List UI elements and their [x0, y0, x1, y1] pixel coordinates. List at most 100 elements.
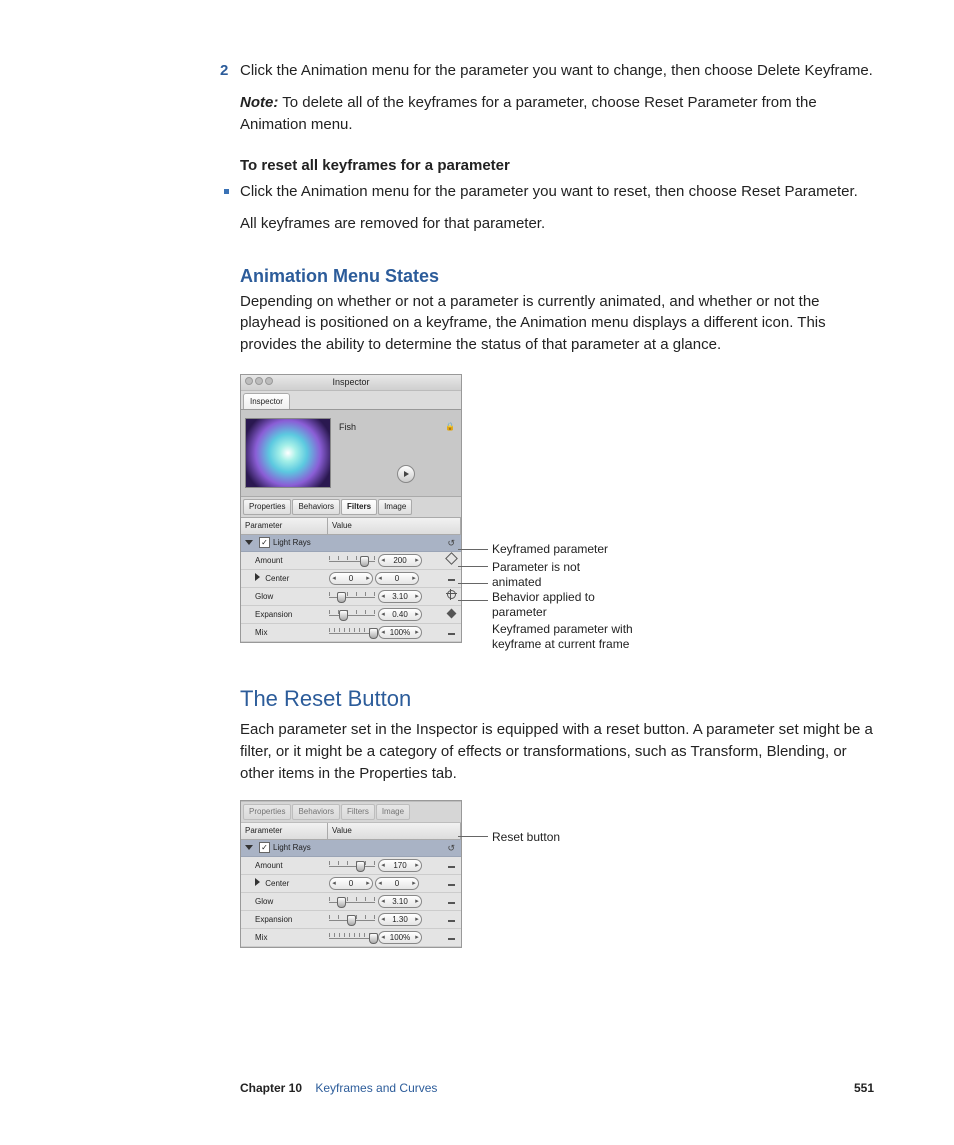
subtab-filters[interactable]: Filters [341, 499, 377, 515]
value-field[interactable]: ◂170▸ [378, 859, 422, 872]
param-name: Expansion [245, 914, 329, 926]
enable-checkbox[interactable]: ✓ [259, 842, 270, 853]
slider[interactable] [329, 916, 375, 924]
window-titlebar: Inspector [241, 375, 461, 391]
note-label: Note: [240, 94, 278, 111]
param-row-mix: Mix ◂100%▸ [241, 929, 461, 947]
animation-menu-icon[interactable] [448, 902, 455, 904]
callout-reset-button: Reset button [492, 829, 560, 846]
page-number: 551 [854, 1080, 874, 1097]
step-text: Click the Animation menu for the paramet… [240, 60, 874, 82]
section-heading-animation-menu-states: Animation Menu States [240, 263, 874, 289]
value-field[interactable]: ◂3.10▸ [378, 895, 422, 908]
param-row-glow: Glow ◂3.10▸ [241, 893, 461, 911]
subtab-behaviors[interactable]: Behaviors [292, 804, 340, 820]
note-paragraph: Note: To delete all of the keyframes for… [240, 92, 874, 136]
value-field[interactable]: ◂100%▸ [378, 626, 422, 639]
tab-inspector[interactable]: Inspector [243, 393, 290, 410]
slider[interactable] [329, 593, 375, 601]
disclosure-triangle-icon[interactable] [255, 878, 260, 886]
header-value: Value [328, 518, 461, 534]
param-row-center: Center ◂0▸ ◂0▸ [241, 875, 461, 893]
disclosure-triangle-icon[interactable] [245, 845, 253, 850]
slider[interactable] [329, 557, 375, 565]
animation-menu-not-animated-icon[interactable] [448, 579, 455, 581]
value-field[interactable]: ◂0▸ [375, 572, 419, 585]
step-number: 2 [220, 60, 228, 82]
animation-menu-icon[interactable] [448, 920, 455, 922]
slider[interactable] [329, 629, 375, 637]
animation-menu-keyframe-current-icon[interactable] [446, 609, 456, 619]
disclosure-triangle-icon[interactable] [245, 540, 253, 545]
subtab-properties[interactable]: Properties [243, 804, 291, 820]
param-name: Amount [245, 555, 329, 567]
lock-icon[interactable]: 🔒 [445, 421, 455, 433]
value-field[interactable]: ◂200▸ [378, 554, 422, 567]
callout-keyframed: Keyframed parameter [492, 542, 608, 557]
animation-menu-icon[interactable] [448, 938, 455, 940]
animation-menu-behavior-icon[interactable] [447, 590, 456, 599]
chapter-title: Keyframes and Curves [315, 1081, 437, 1095]
slider[interactable] [329, 898, 375, 906]
section-heading-reset-button: The Reset Button [240, 683, 874, 715]
param-name: Center [245, 878, 329, 890]
value-field[interactable]: ◂1.30▸ [378, 913, 422, 926]
subtab-behaviors[interactable]: Behaviors [292, 499, 340, 515]
animation-menu-keyframed-icon[interactable] [445, 553, 458, 566]
header-parameter: Parameter [241, 518, 328, 534]
slider[interactable] [329, 611, 375, 619]
value-field[interactable]: ◂0▸ [329, 877, 373, 890]
param-row-expansion: Expansion ◂1.30▸ [241, 911, 461, 929]
param-row-amount: Amount ◂170▸ [241, 857, 461, 875]
traffic-lights[interactable] [245, 377, 273, 385]
subtab-properties[interactable]: Properties [243, 499, 291, 515]
filter-group-row[interactable]: ✓ Light Rays ↺ [241, 840, 461, 858]
reset-button-icon[interactable]: ↺ [448, 842, 455, 849]
value-field[interactable]: ◂100%▸ [378, 931, 422, 944]
enable-checkbox[interactable]: ✓ [259, 537, 270, 548]
result-text: All keyframes are removed for that param… [240, 213, 874, 235]
item-name: Fish [339, 421, 457, 434]
param-row-amount: Amount ◂200▸ [241, 552, 461, 570]
param-row-mix: Mix ◂100%▸ [241, 624, 461, 642]
param-row-expansion: Expansion ◂0.40▸ [241, 606, 461, 624]
chapter-label: Chapter 10 [240, 1081, 302, 1095]
section-body: Depending on whether or not a parameter … [240, 291, 874, 356]
filter-name: Light Rays [273, 537, 311, 549]
callout-behavior: Behavior applied to parameter [492, 590, 622, 620]
value-field[interactable]: ◂3.10▸ [378, 590, 422, 603]
param-name: Mix [245, 627, 329, 639]
param-name: Mix [245, 932, 329, 944]
inspector-panel: Inspector Inspector Fish 🔒 Properties Be… [240, 374, 462, 643]
param-name: Glow [245, 591, 329, 603]
footer-chapter: Chapter 10 Keyframes and Curves [240, 1080, 437, 1097]
value-field[interactable]: ◂0.40▸ [378, 608, 422, 621]
subtab-filters[interactable]: Filters [341, 804, 375, 820]
slider[interactable] [329, 862, 375, 870]
preview-thumbnail [245, 418, 331, 488]
param-name: Center [245, 573, 329, 585]
callout-keyframe-current: Keyframed parameter with keyframe at cur… [492, 622, 652, 652]
slider[interactable] [329, 934, 375, 942]
figure-reset-button: Properties Behaviors Filters Image Param… [240, 800, 740, 948]
animation-menu-not-animated-icon[interactable] [448, 633, 455, 635]
param-name: Amount [245, 860, 329, 872]
figure-inspector-animation-states: Inspector Inspector Fish 🔒 Properties Be… [240, 374, 840, 643]
play-button[interactable] [397, 465, 415, 483]
param-row-glow: Glow ◂3.10▸ [241, 588, 461, 606]
value-field[interactable]: ◂0▸ [375, 877, 419, 890]
animation-menu-icon[interactable] [448, 866, 455, 868]
disclosure-triangle-icon[interactable] [255, 573, 260, 581]
animation-menu-icon[interactable] [448, 884, 455, 886]
window-title: Inspector [332, 377, 369, 387]
subtab-image[interactable]: Image [376, 804, 410, 820]
section-body-reset: Each parameter set in the Inspector is e… [240, 719, 874, 784]
preview-area: Fish 🔒 [241, 410, 461, 496]
param-row-center: Center ◂0▸ ◂0▸ [241, 570, 461, 588]
subtab-image[interactable]: Image [378, 499, 412, 515]
reset-icon[interactable]: ↺ [448, 537, 455, 544]
filter-group-row[interactable]: ✓ Light Rays ↺ [241, 535, 461, 553]
param-name: Glow [245, 896, 329, 908]
subtask-heading: To reset all keyframes for a parameter [240, 155, 874, 177]
value-field[interactable]: ◂0▸ [329, 572, 373, 585]
